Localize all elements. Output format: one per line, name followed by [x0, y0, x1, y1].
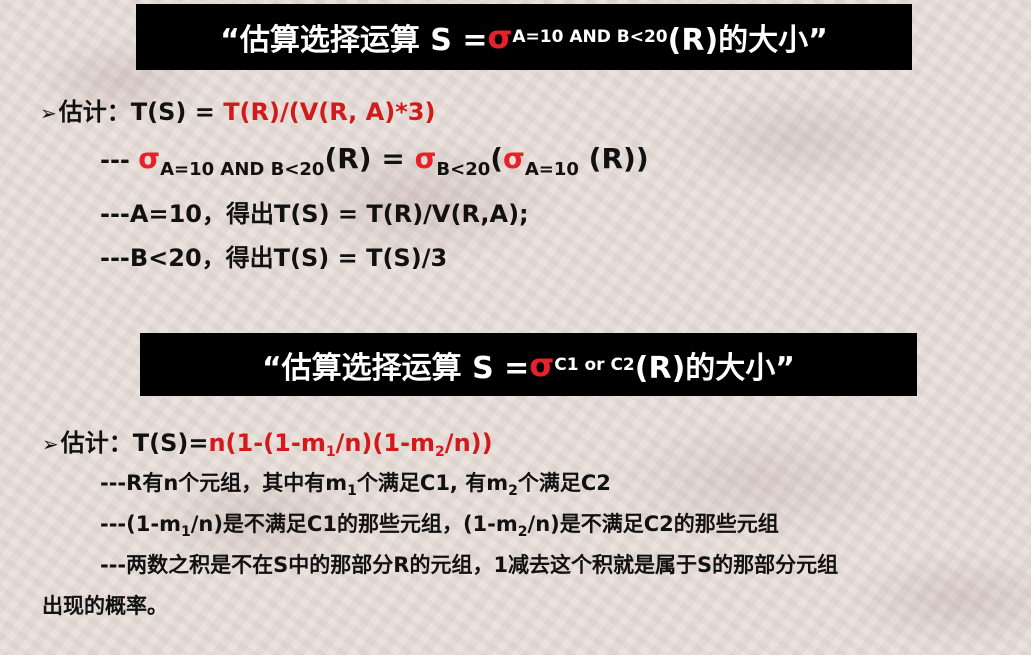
line2-part-b: /n)是不满足C1的那些元组，(1-m — [190, 512, 518, 536]
banner1-text-rest: (R)的大小” — [667, 23, 828, 58]
bullet-arrow-icon: ➢ — [40, 101, 57, 125]
banner2-text-rest: (R)的大小” — [634, 350, 796, 386]
line1-part-c: 个满足C2 — [517, 471, 611, 495]
line2-subscript-1: 1 — [180, 524, 191, 540]
estimate-formula-part2: /n)(1-m — [335, 429, 436, 457]
estimate-label: 估计：T(S) = — [58, 98, 224, 126]
banner1-sigma: σ — [487, 18, 513, 56]
selection-decomposition: --- σA=10 AND B<20(R) = σB<20(σA=10 (R)) — [100, 142, 649, 180]
decomp-prefix: --- — [100, 146, 139, 174]
estimate-formula-part3: /n)) — [444, 429, 493, 457]
decomp-mid: (R) = — [324, 142, 415, 175]
banner1-text: “估算选择运算 S = — [220, 23, 488, 58]
line1-part-a: ---R有n个元组，其中有m — [100, 471, 348, 495]
banner2-sigma-subscript: C1 or C2 — [554, 354, 635, 375]
step-b: ---B<20，得出T(S) = T(S)/3 — [100, 244, 448, 272]
line1-subscript-2: 2 — [508, 483, 518, 499]
estimate-formula: T(R)/(V(R, A)*3) — [223, 98, 436, 126]
explanation-line-4: 出现的概率。 — [42, 594, 168, 618]
section1-banner: “估算选择运算 S = σ A=10 AND B<20 (R)的大小” — [136, 4, 912, 70]
explanation-line-2: ---(1-m1/n)是不满足C1的那些元组，(1-m2/n)是不满足C2的那些… — [100, 508, 779, 540]
decomp-tail: (R)) — [578, 142, 649, 175]
decomp-sigma-3: σ — [503, 142, 525, 175]
decomp-sigma-2: σ — [414, 142, 437, 175]
decomp-subscript-3: A=10 — [524, 159, 579, 180]
estimate-formula-part1: n(1-(1-m — [208, 429, 326, 457]
banner2-text: “估算选择运算 S = — [261, 350, 530, 386]
decomp-sigma-1: σ — [138, 142, 161, 175]
section1-estimate: ➢估计：T(S) = T(R)/(V(R, A)*3) — [40, 92, 435, 127]
bullet-arrow-icon: ➢ — [42, 432, 59, 456]
estimate-label: 估计：T(S)= — [60, 429, 209, 457]
estimate-subscript-2: 2 — [435, 444, 445, 460]
line1-subscript-1: 1 — [347, 483, 357, 499]
estimate-subscript-1: 1 — [325, 444, 336, 460]
explanation-line-3: ---两数之积是不在S中的那部分R的元组，1减去这个积就是属于S的那部分元组 — [100, 553, 839, 577]
section2-banner: “估算选择运算 S = σ C1 or C2 (R)的大小” — [140, 333, 917, 396]
explanation-line-1: ---R有n个元组，其中有m1个满足C1, 有m2个满足C2 — [100, 467, 611, 499]
decomp-paren: ( — [490, 142, 504, 175]
line1-part-b: 个满足C1, 有m — [356, 471, 509, 495]
decomp-subscript-2: B<20 — [436, 159, 491, 180]
line2-part-c: /n)是不满足C2的那些元组 — [527, 512, 779, 536]
decomp-subscript-1: A=10 AND B<20 — [160, 159, 325, 180]
line2-subscript-2: 2 — [517, 524, 528, 540]
banner2-sigma: σ — [529, 345, 555, 384]
banner1-sigma-subscript: A=10 AND B<20 — [512, 27, 668, 47]
line2-part-a: ---(1-m — [100, 512, 181, 536]
section2-estimate: ➢估计：T(S)=n(1-(1-m1/n)(1-m2/n)) — [42, 423, 493, 460]
step-a: ---A=10，得出T(S) = T(R)/V(R,A); — [100, 200, 529, 228]
